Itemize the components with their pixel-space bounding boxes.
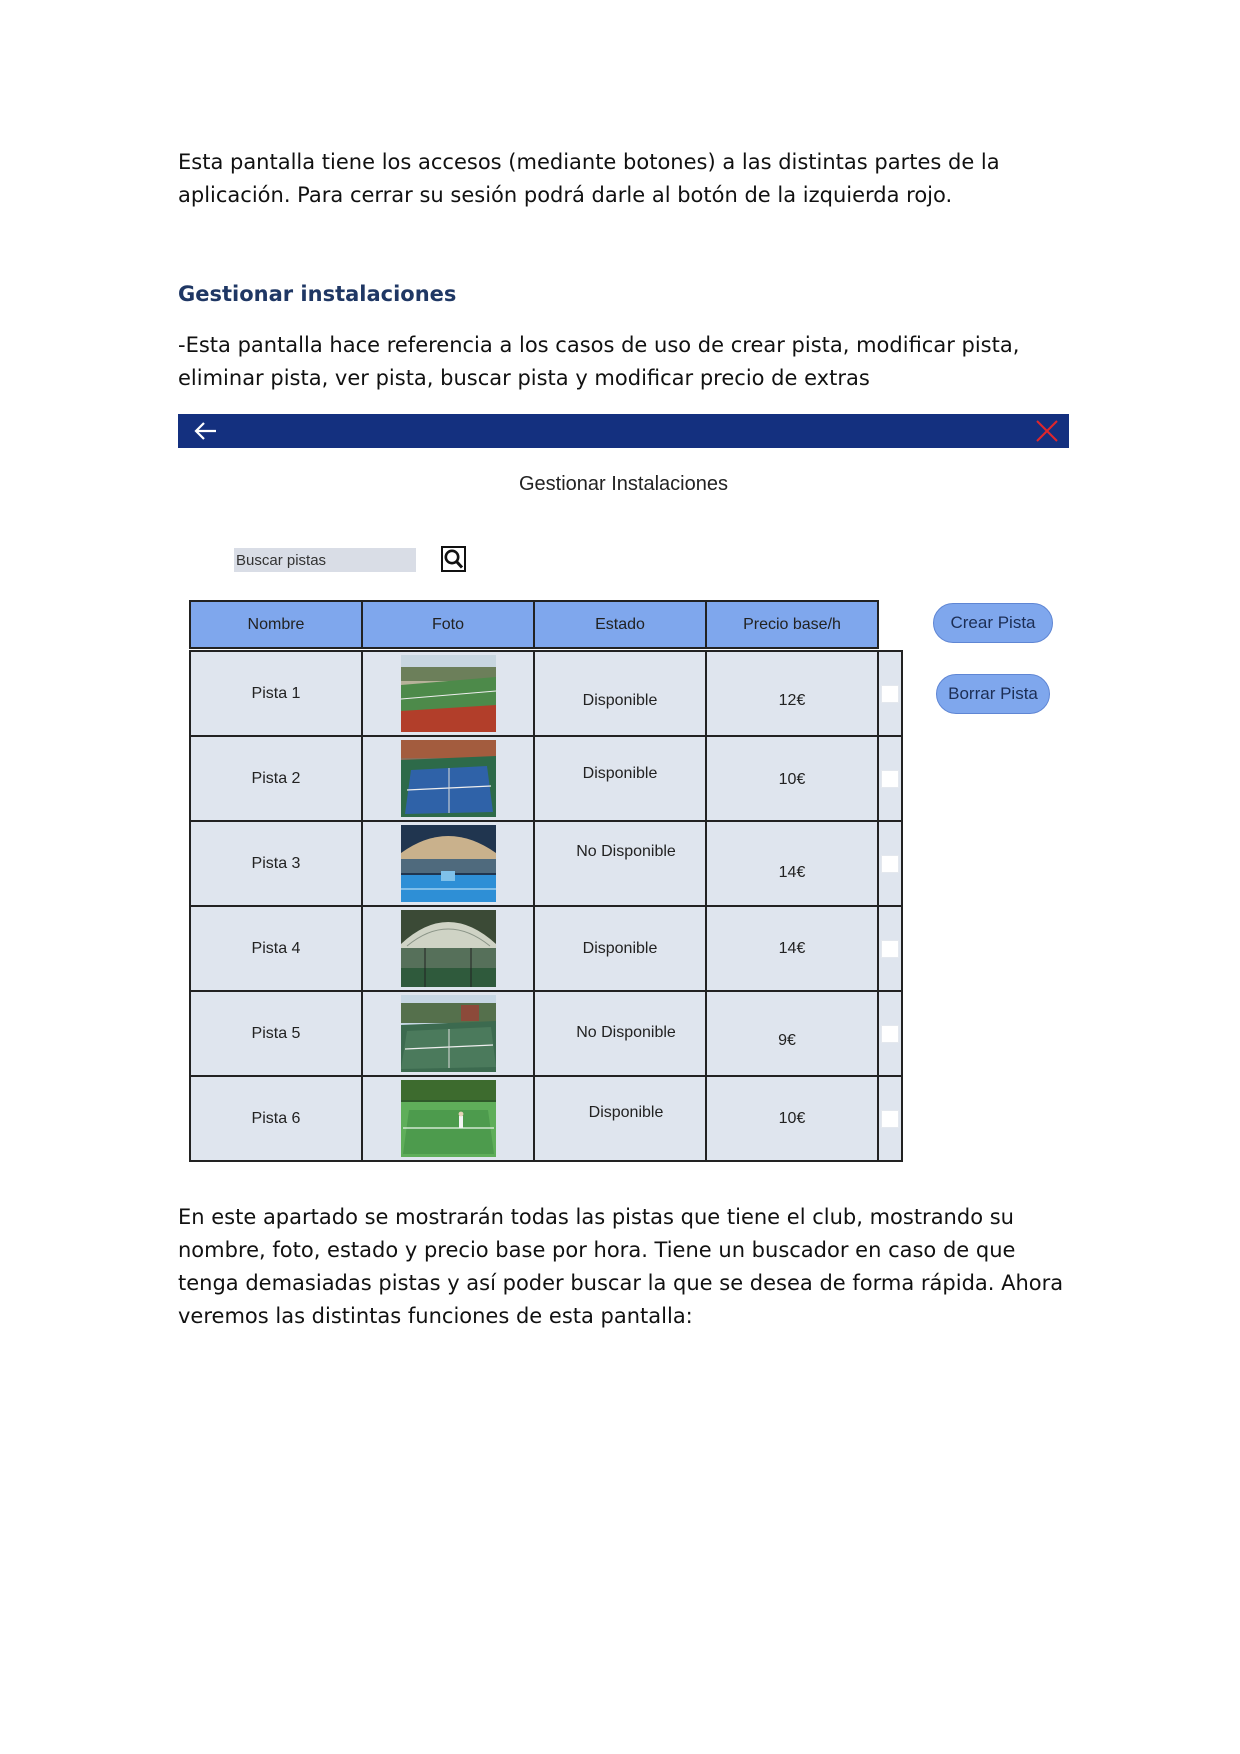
header-nombre: Nombre [189,600,363,649]
court-photo [400,995,496,1072]
section-heading: Gestionar instalaciones [178,282,457,306]
screen-title: Gestionar Instalaciones [518,473,728,495]
row-precio: 10€ [705,735,879,822]
row-select [877,1075,903,1162]
precio-text: 9€ [778,1031,796,1049]
row-foto [361,905,535,992]
borrar-pista-button[interactable]: Borrar Pista [936,674,1050,714]
row-select [877,905,903,992]
row-foto [361,820,535,907]
row-precio: 14€ [705,905,879,992]
table-row[interactable]: Pista 5 No Disponible 9€ [189,990,909,1077]
row-nombre: Pista 2 [189,735,363,822]
estado-text: No Disponible [576,1023,676,1041]
estado-text: Disponible [582,764,658,782]
top-bar [178,414,1069,448]
precio-text: 10€ [778,770,806,788]
precio-text: 14€ [778,863,806,881]
precio-text: 12€ [778,691,806,709]
row-estado: No Disponible [533,990,707,1077]
header-estado: Estado [533,600,707,649]
row-foto [361,650,535,737]
row-precio: 14€ [705,820,879,907]
row-estado: Disponible [533,650,707,737]
row-foto [361,1075,535,1162]
row-nombre: Pista 3 [189,820,363,907]
row-nombre: Pista 1 [189,650,363,737]
close-icon[interactable] [1035,419,1059,443]
estado-text: Disponible [588,1103,664,1121]
row-select [877,650,903,737]
row-nombre: Pista 5 [189,990,363,1077]
table-row[interactable]: Pista 6 Disponible 10€ [189,1075,909,1162]
court-photo [400,910,496,987]
court-photo [400,825,496,902]
search-button[interactable] [441,546,466,572]
precio-text: 10€ [778,1109,806,1127]
intro-paragraph: Esta pantalla tiene los accesos (mediant… [178,150,1000,207]
table-row[interactable]: Pista 3 No Disponible 14€ [189,820,909,907]
estado-text: Disponible [582,939,658,957]
row-select [877,990,903,1077]
row-checkbox[interactable] [881,769,899,788]
row-foto [361,990,535,1077]
magnifier-icon [444,549,464,569]
closing-paragraph: En este apartado se mostrarán todas las … [178,1205,1064,1328]
row-estado: No Disponible [533,820,707,907]
row-estado: Disponible [533,1075,707,1162]
row-select [877,820,903,907]
precio-text: 14€ [778,939,806,957]
court-photo [400,740,496,817]
row-precio: 12€ [705,650,879,737]
estado-text: Disponible [582,691,658,709]
row-precio: 10€ [705,1075,879,1162]
court-photo [400,1080,496,1157]
estado-text: No Disponible [576,842,676,860]
row-foto [361,735,535,822]
row-nombre: Pista 4 [189,905,363,992]
arrow-left-icon[interactable] [192,418,220,444]
table-row[interactable]: Pista 1 Disponible 12€ [189,650,909,737]
header-foto: Foto [361,600,535,649]
row-checkbox[interactable] [881,939,899,958]
crear-pista-button[interactable]: Crear Pista [933,603,1053,643]
row-precio: 9€ [705,990,879,1077]
row-select [877,735,903,822]
row-checkbox[interactable] [881,1109,899,1128]
row-estado: Disponible [533,905,707,992]
search-input[interactable] [234,548,416,572]
table-row[interactable]: Pista 2 Disponible 10€ [189,735,909,822]
row-checkbox[interactable] [881,1024,899,1043]
court-photo [400,655,496,732]
row-nombre: Pista 6 [189,1075,363,1162]
row-checkbox[interactable] [881,854,899,873]
row-checkbox[interactable] [881,684,899,703]
gestionar-instalaciones-mockup: Gestionar Instalaciones Nombre Foto Esta… [178,414,1069,1188]
section-paragraph: -Esta pantalla hace referencia a los cas… [178,333,1020,390]
header-precio: Precio base/h [705,600,879,649]
table-row[interactable]: Pista 4 Disponible 14€ [189,905,909,992]
row-estado: Disponible [533,735,707,822]
